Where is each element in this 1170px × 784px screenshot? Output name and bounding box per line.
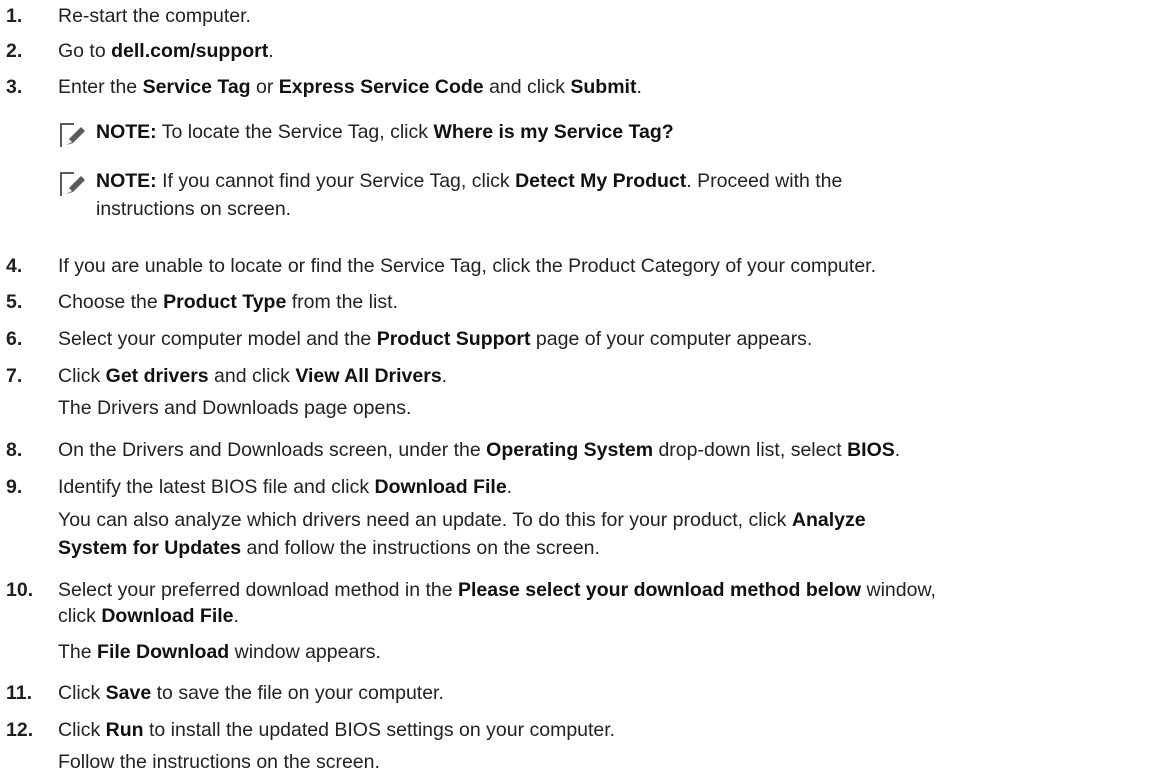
bold-text: System for Updates — [58, 537, 242, 559]
bold-text: Detect My Product — [515, 170, 687, 192]
text-run: Identify the latest BIOS file and click — [58, 476, 375, 498]
step-number: 10. — [6, 579, 34, 601]
text-run: click — [58, 605, 102, 627]
text-run: Select your preferred download method in… — [58, 579, 458, 601]
bold-text: Analyze — [791, 509, 866, 531]
step-number: 7. — [6, 365, 23, 387]
step-text: Enter the Service Tag or Express Service… — [58, 75, 642, 99]
text-run: Select your computer model and the — [58, 328, 377, 350]
step-text: Click Run to install the updated BIOS se… — [58, 718, 615, 742]
bold-text: Product Type — [163, 291, 287, 313]
step-text: On the Drivers and Downloads screen, und… — [58, 438, 900, 462]
text-run: and click — [483, 76, 571, 98]
step-number: 9. — [6, 476, 23, 498]
step-text: You can also analyze which drivers need … — [58, 508, 866, 532]
bold-text: BIOS — [847, 439, 895, 461]
step-text: Click Get drivers and click View All Dri… — [58, 364, 447, 388]
step-number: 8. — [6, 439, 23, 461]
text-run: or — [250, 76, 279, 98]
step-text: Click Save to save the file on your comp… — [58, 681, 444, 705]
bold-text: Submit — [570, 76, 637, 98]
text-run: to install the updated BIOS settings on … — [143, 719, 616, 741]
step-number: 3. — [6, 76, 23, 98]
text-run: . — [268, 40, 274, 62]
text-run: and follow the instructions on the scree… — [241, 537, 600, 559]
bold-text: File Download — [97, 641, 230, 663]
text-run: from the list. — [286, 291, 398, 313]
bold-text: Get drivers — [105, 365, 209, 387]
note-label: NOTE: — [96, 121, 157, 143]
text-run: Enter the — [58, 76, 143, 98]
text-run: On the Drivers and Downloads screen, und… — [58, 439, 487, 461]
step-text: Go to dell.com/support. — [58, 39, 274, 63]
step-text: If you are unable to locate or find the … — [58, 254, 876, 278]
text-run: Click — [58, 682, 106, 704]
text-run: page of your computer appears. — [530, 328, 813, 350]
note-pencil-icon — [58, 120, 88, 150]
text-run: . — [506, 476, 513, 498]
bold-text: Where is my Service Tag? — [433, 121, 674, 143]
bold-text: Express Service Code — [278, 76, 484, 98]
text-run: Re-start the computer. — [58, 5, 251, 27]
text-run: . — [441, 365, 448, 387]
bold-text: Download File — [101, 605, 234, 627]
step-number: 12. — [6, 719, 34, 741]
text-run: drop-down list, select — [653, 439, 848, 461]
text-run: If you cannot find your Service Tag, cli… — [156, 170, 516, 192]
step-text: The File Download window appears. — [58, 640, 381, 664]
bold-text: Save — [105, 682, 152, 704]
step-text: click Download File. — [58, 604, 239, 628]
step-text: Follow the instructions on the screen. — [58, 750, 380, 774]
text-run: and click — [208, 365, 296, 387]
text-run: You can also analyze which drivers need … — [58, 509, 792, 531]
note-pencil-icon — [58, 169, 88, 199]
text-run: To locate the Service Tag, click — [156, 121, 434, 143]
note-text: To locate the Service Tag, click Where i… — [157, 121, 674, 143]
text-run: . Proceed with the — [686, 170, 843, 192]
step-number: 1. — [6, 5, 23, 27]
text-run: If you are unable to locate or find the … — [58, 255, 877, 277]
text-run: to save the file on your computer. — [151, 682, 444, 704]
text-run: window appears. — [229, 641, 381, 663]
note-text: If you cannot find your Service Tag, cli… — [156, 170, 843, 192]
step-text: Re-start the computer. — [58, 4, 251, 28]
step-text: Select your computer model and the Produ… — [58, 327, 812, 351]
text-run: . — [894, 439, 901, 461]
bold-text: dell.com/support — [111, 40, 269, 62]
bold-text: Run — [105, 719, 144, 741]
bold-text: Please select your download method below — [458, 579, 862, 601]
note-label: NOTE: — [96, 170, 157, 192]
step-number: 6. — [6, 328, 23, 350]
step-number: 11. — [6, 682, 33, 704]
bold-text: Download File — [374, 476, 507, 498]
bold-text: Service Tag — [142, 76, 251, 98]
text-run: instructions on screen. — [96, 198, 292, 220]
text-run: . — [233, 605, 239, 627]
step-number: 2. — [6, 40, 23, 62]
note-text-continued: instructions on screen. — [96, 197, 291, 221]
text-run: The — [58, 641, 98, 663]
step-text: Choose the Product Type from the list. — [58, 290, 398, 314]
text-run: Choose the — [58, 291, 164, 313]
text-run: Click — [58, 365, 106, 387]
step-text: Identify the latest BIOS file and click … — [58, 475, 512, 499]
step-number: 5. — [6, 291, 23, 313]
step-text: The Drivers and Downloads page opens. — [58, 396, 411, 420]
text-run: Click — [58, 719, 106, 741]
text-run: The Drivers and Downloads page opens. — [58, 397, 412, 419]
text-run: Follow the instructions on the screen. — [58, 751, 380, 773]
bold-text: Product Support — [376, 328, 531, 350]
step-text: Select your preferred download method in… — [58, 578, 936, 602]
step-number: 4. — [6, 255, 23, 277]
text-run: . — [636, 76, 642, 98]
text-run: window, — [861, 579, 936, 601]
bold-text: Operating System — [486, 439, 654, 461]
text-run: Go to — [58, 40, 112, 62]
step-text: System for Updates and follow the instru… — [58, 536, 600, 560]
bold-text: View All Drivers — [295, 365, 442, 387]
